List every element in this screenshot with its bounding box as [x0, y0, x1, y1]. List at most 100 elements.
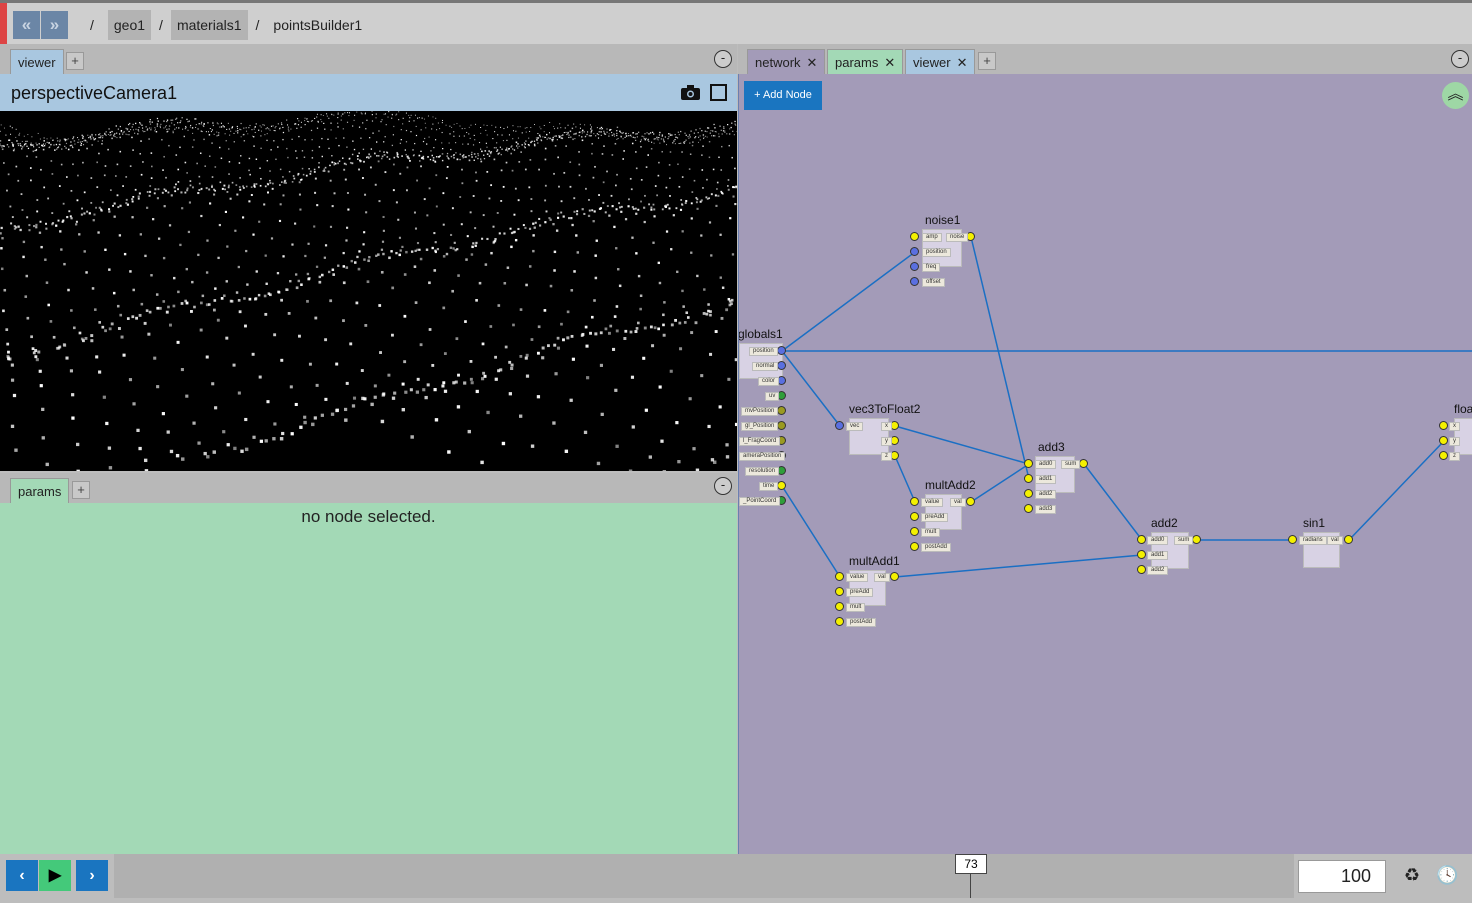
add-node-button[interactable]: + Add Node — [744, 81, 822, 110]
floatToVec-in-pin-1[interactable] — [1439, 436, 1448, 445]
multAdd2-out-pin-0[interactable] — [966, 497, 975, 506]
multAdd2-in-pin-0[interactable] — [910, 497, 919, 506]
point-sprite — [410, 250, 414, 253]
point-sprite — [575, 133, 577, 135]
add3-in-pin-0[interactable] — [1024, 459, 1033, 468]
add2-in-pin-2[interactable] — [1137, 565, 1146, 574]
add-tab-button[interactable]: + — [66, 52, 84, 70]
globals1-out-pin-1[interactable] — [777, 361, 786, 370]
point-sprite — [279, 203, 282, 206]
add3-out-pin-0[interactable] — [1079, 459, 1088, 468]
recycle-icon[interactable]: ♻ — [1401, 864, 1423, 886]
timeline-track[interactable] — [114, 854, 1294, 898]
viewer-panel[interactable]: perspectiveCamera1 — [0, 74, 737, 471]
point-sprite — [91, 144, 93, 146]
camera-icon[interactable] — [681, 85, 700, 100]
point-sprite — [725, 443, 729, 447]
double-chevron-up-icon[interactable]: ︽ — [1442, 82, 1469, 109]
sin1-in-pin-0[interactable] — [1288, 535, 1297, 544]
point-sprite — [598, 194, 600, 196]
point-sprite — [59, 143, 61, 146]
noise1-in-pin-3[interactable] — [910, 277, 919, 286]
noise1-in-pin-1[interactable] — [910, 247, 919, 256]
end-frame-input[interactable]: 100 — [1298, 860, 1386, 893]
point-sprite — [355, 301, 359, 305]
add2-in-pin-0[interactable] — [1137, 535, 1146, 544]
point-sprite — [263, 124, 265, 126]
collapse-panel-button[interactable]: - — [714, 477, 732, 495]
breadcrumb-materials1[interactable]: materials1 — [170, 10, 248, 40]
breadcrumb-root[interactable]: / — [84, 10, 100, 40]
double-chevron-right-icon[interactable]: » — [41, 11, 68, 39]
point-sprite — [405, 112, 407, 114]
add3-in-pin-1[interactable] — [1024, 474, 1033, 483]
play-button[interactable]: ▶ — [39, 860, 71, 891]
point-sprite — [237, 299, 241, 302]
noise1-in-pin-2[interactable] — [910, 262, 919, 271]
current-frame-marker[interactable]: 73 — [955, 854, 987, 874]
add-tab-button[interactable]: + — [978, 52, 996, 70]
add2-out-pin-0[interactable] — [1192, 535, 1201, 544]
add3-in-pin-2[interactable] — [1024, 489, 1033, 498]
multAdd1-in-pin-2[interactable] — [835, 602, 844, 611]
point-sprite — [5, 134, 7, 136]
multAdd2-in-pin-2[interactable] — [910, 527, 919, 536]
point-sprite — [68, 210, 71, 213]
tab-params[interactable]: params ✕ — [827, 49, 904, 74]
point-sprite — [192, 132, 194, 134]
sin1-out-pin-0[interactable] — [1344, 535, 1353, 544]
point-sprite — [105, 131, 107, 133]
point-sprite — [224, 188, 226, 191]
tab-viewer[interactable]: viewer ✕ — [905, 49, 976, 74]
clock-icon[interactable]: 🕓 — [1436, 864, 1458, 886]
floatToVec-in-pin-2[interactable] — [1439, 451, 1448, 460]
network-editor[interactable]: + Add Node ︽ noise1 noise amp position freq o… — [738, 74, 1472, 854]
fullscreen-icon[interactable] — [710, 84, 727, 101]
multAdd1-in-pin-1[interactable] — [835, 587, 844, 596]
point-sprite — [409, 388, 413, 392]
close-icon[interactable]: ✕ — [807, 55, 818, 70]
add2-in-pin-1[interactable] — [1137, 550, 1146, 559]
point-sprite — [503, 232, 506, 235]
noise1-in-pin-0[interactable] — [910, 232, 919, 241]
floatToVec-in-pin-0[interactable] — [1439, 421, 1448, 430]
point-sprite — [180, 120, 182, 122]
point-sprite — [393, 391, 397, 395]
point-sprite — [225, 140, 227, 142]
tab-viewer[interactable]: viewer — [10, 49, 64, 74]
multAdd2-in-pin-1[interactable] — [910, 512, 919, 521]
point-sprite — [9, 133, 12, 135]
add3-in-pin-3[interactable] — [1024, 504, 1033, 513]
multAdd2-in-pin-3[interactable] — [910, 542, 919, 551]
breadcrumb-pointsbuilder1[interactable]: pointsBuilder1 — [267, 10, 368, 40]
point-sprite — [131, 126, 133, 128]
close-icon[interactable]: ✕ — [957, 55, 968, 70]
vec3ToFloat2-in-pin-0[interactable] — [835, 421, 844, 430]
multAdd1-in-pin-3[interactable] — [835, 617, 844, 626]
add-tab-button[interactable]: + — [72, 481, 90, 499]
collapse-panel-button[interactable]: - — [1451, 50, 1469, 68]
globals1-out-pin-4[interactable] — [777, 406, 786, 415]
collapse-panel-button[interactable]: - — [714, 50, 732, 68]
multAdd1-in-pin-0[interactable] — [835, 572, 844, 581]
tab-network[interactable]: network ✕ — [747, 49, 826, 74]
point-sprite — [697, 141, 699, 143]
point-cloud-render[interactable] — [0, 111, 737, 471]
point-sprite — [441, 384, 445, 388]
point-sprite — [552, 223, 555, 226]
point-sprite — [47, 197, 50, 200]
globals1-out-pin-0[interactable] — [777, 346, 786, 355]
globals1-out-pin-9[interactable] — [777, 481, 786, 490]
point-sprite — [681, 151, 683, 153]
globals1-out-label-2: color — [758, 376, 780, 386]
tab-params[interactable]: params — [10, 478, 70, 503]
point-sprite — [386, 156, 389, 158]
next-frame-button[interactable]: › — [76, 860, 108, 891]
point-sprite — [708, 221, 712, 224]
prev-frame-button[interactable]: ‹ — [6, 860, 38, 891]
multAdd1-out-pin-0[interactable] — [890, 572, 899, 581]
double-chevron-left-icon[interactable]: « — [13, 11, 40, 39]
close-icon[interactable]: ✕ — [884, 55, 895, 70]
breadcrumb-geo1[interactable]: geo1 — [107, 10, 152, 40]
point-sprite — [500, 200, 503, 202]
